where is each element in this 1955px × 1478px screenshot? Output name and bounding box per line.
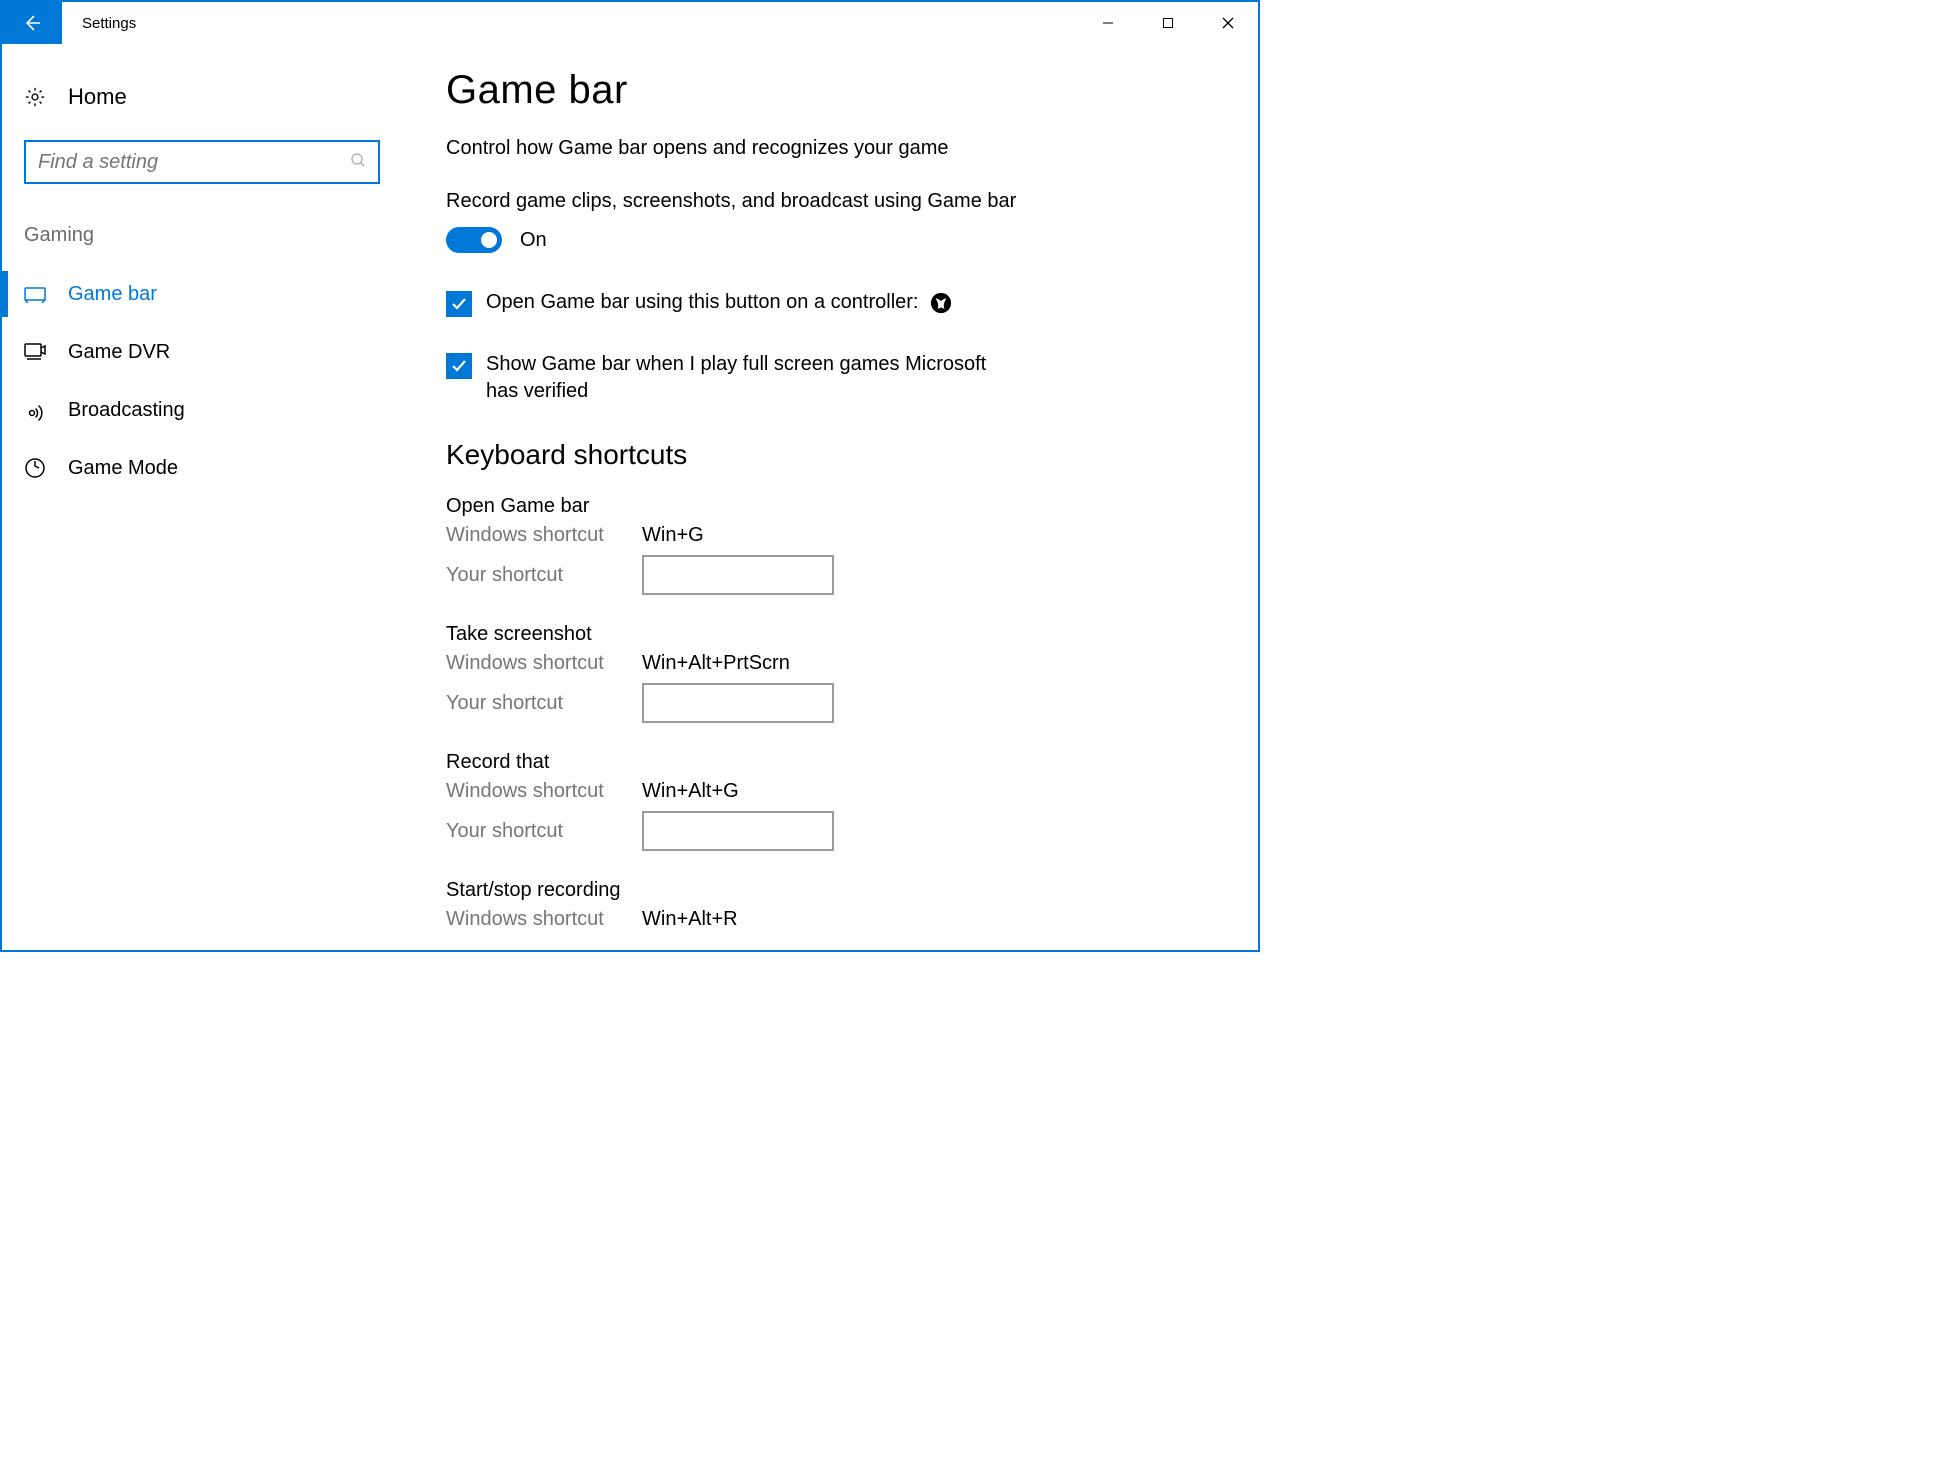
- minimize-icon: [1102, 17, 1114, 29]
- your-shortcut-label: Your shortcut: [446, 692, 642, 715]
- win-shortcut-label: Windows shortcut: [446, 524, 642, 547]
- window-title: Settings: [62, 2, 1078, 44]
- win-shortcut-value: Win+Alt+G: [642, 780, 739, 803]
- shortcut-name: Open Game bar: [446, 495, 1218, 518]
- maximize-icon: [1162, 17, 1174, 29]
- sidebar-home[interactable]: Home: [2, 74, 402, 130]
- sidebar-item-label: Game DVR: [68, 341, 170, 364]
- shortcuts-heading: Keyboard shortcuts: [446, 439, 1218, 471]
- minimize-button[interactable]: [1078, 2, 1138, 44]
- sidebar: Home Gaming Game bar Game DVR Broadcas: [2, 44, 402, 950]
- sidebar-item-broadcasting[interactable]: Broadcasting: [2, 381, 402, 439]
- sidebar-item-game-bar[interactable]: Game bar: [2, 265, 402, 323]
- sidebar-home-label: Home: [68, 84, 127, 110]
- toggle-status: On: [520, 229, 547, 252]
- win-shortcut-value: Win+Alt+R: [642, 908, 738, 931]
- sidebar-item-label: Broadcasting: [68, 399, 185, 422]
- check-icon: [450, 357, 468, 375]
- shortcut-name: Record that: [446, 751, 1218, 774]
- gear-icon: [24, 86, 46, 108]
- your-shortcut-input[interactable]: [642, 555, 834, 595]
- page-title: Game bar: [446, 68, 1218, 113]
- back-button[interactable]: [2, 2, 62, 44]
- win-shortcut-label: Windows shortcut: [446, 908, 642, 931]
- search-wrap: [24, 140, 380, 184]
- fullscreen-check-label: Show Game bar when I play full screen ga…: [486, 351, 1006, 405]
- your-shortcut-input[interactable]: [642, 811, 834, 851]
- titlebar: Settings: [2, 2, 1258, 44]
- game-bar-icon: [24, 283, 46, 305]
- game-mode-icon: [24, 457, 46, 479]
- search-input[interactable]: [24, 140, 380, 184]
- sidebar-item-game-mode[interactable]: Game Mode: [2, 439, 402, 497]
- shortcut-name: Start/stop recording: [446, 879, 1218, 902]
- page-description: Control how Game bar opens and recognize…: [446, 137, 1218, 160]
- maximize-button[interactable]: [1138, 2, 1198, 44]
- record-toggle[interactable]: [446, 227, 502, 253]
- main-content: Game bar Control how Game bar opens and …: [402, 44, 1258, 950]
- dvr-icon: [24, 341, 46, 363]
- check-icon: [450, 295, 468, 313]
- window-controls: [1078, 2, 1258, 44]
- win-shortcut-label: Windows shortcut: [446, 780, 642, 803]
- record-label: Record game clips, screenshots, and broa…: [446, 190, 1218, 213]
- close-button[interactable]: [1198, 2, 1258, 44]
- controller-checkbox[interactable]: [446, 291, 472, 317]
- shortcut-group-record-that: Record that Windows shortcut Win+Alt+G Y…: [446, 751, 1218, 851]
- win-shortcut-value: Win+Alt+PrtScrn: [642, 652, 790, 675]
- your-shortcut-label: Your shortcut: [446, 564, 642, 587]
- sidebar-item-game-dvr[interactable]: Game DVR: [2, 323, 402, 381]
- shortcut-group-open: Open Game bar Windows shortcut Win+G You…: [446, 495, 1218, 595]
- fullscreen-checkbox[interactable]: [446, 353, 472, 379]
- shortcut-name: Take screenshot: [446, 623, 1218, 646]
- sidebar-item-label: Game Mode: [68, 457, 178, 480]
- broadcast-icon: [24, 399, 46, 421]
- sidebar-category: Gaming: [2, 214, 402, 265]
- sidebar-item-label: Game bar: [68, 283, 157, 306]
- arrow-left-icon: [22, 13, 42, 33]
- controller-check-label: Open Game bar using this button on a con…: [486, 289, 918, 316]
- shortcut-group-start-stop: Start/stop recording Windows shortcut Wi…: [446, 879, 1218, 931]
- win-shortcut-value: Win+G: [642, 524, 704, 547]
- your-shortcut-label: Your shortcut: [446, 820, 642, 843]
- close-icon: [1221, 16, 1235, 30]
- xbox-icon: [930, 292, 952, 314]
- your-shortcut-input[interactable]: [642, 683, 834, 723]
- win-shortcut-label: Windows shortcut: [446, 652, 642, 675]
- shortcut-group-screenshot: Take screenshot Windows shortcut Win+Alt…: [446, 623, 1218, 723]
- search-icon: [350, 152, 366, 172]
